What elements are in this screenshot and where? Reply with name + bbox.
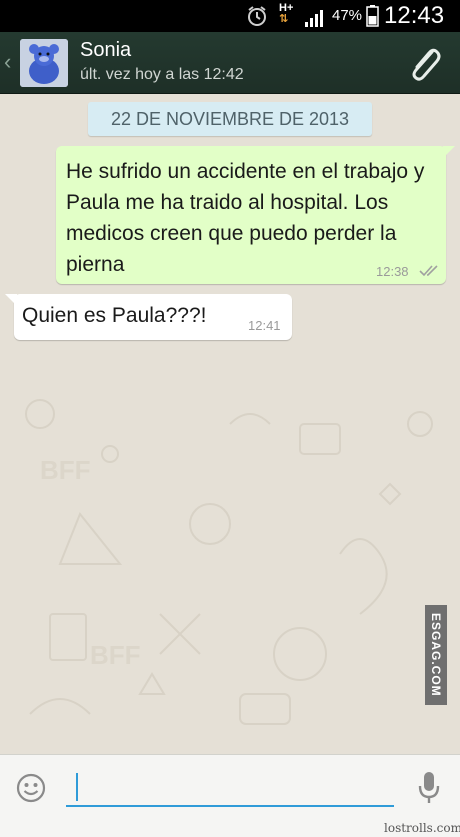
microphone-icon[interactable]: [418, 771, 440, 805]
data-arrows-icon: ⇅: [279, 13, 289, 25]
signal-icon: [305, 10, 323, 27]
composer-bar: [0, 754, 460, 820]
status-clock: 12:43: [384, 2, 445, 29]
footer: lostrolls.com: [0, 820, 460, 837]
emoji-icon[interactable]: [16, 773, 46, 803]
paperclip-icon[interactable]: [406, 44, 442, 82]
text-caret: [76, 773, 78, 801]
chat-area[interactable]: BFF BFF 22 DE NOVIEMBRE DE 2013 He sufri…: [0, 94, 460, 754]
message-bubble-incoming[interactable]: Quien es Paula???! 12:41: [5, 294, 292, 340]
message-input[interactable]: [66, 767, 394, 807]
back-chevron-icon[interactable]: ‹: [4, 49, 11, 75]
svg-text:BFF: BFF: [40, 455, 91, 485]
status-bar: H+ ⇅ 47% 12:43: [0, 0, 460, 32]
credit-text: lostrolls.com: [384, 821, 460, 835]
read-double-check-icon: [419, 265, 438, 277]
alarm-icon: [248, 6, 266, 26]
message-time: 12:38: [376, 264, 409, 279]
battery-icon: [366, 5, 379, 27]
message-text: Quien es Paula???!: [22, 304, 207, 327]
contact-name[interactable]: Sonia: [80, 39, 131, 62]
message-text: He sufrido un accidente en el trabajo y …: [66, 160, 425, 276]
avatar[interactable]: [20, 39, 68, 87]
message-time: 12:41: [248, 318, 281, 333]
battery-percent: 47%: [332, 7, 363, 24]
last-seen-status: últ. vez hoy a las 12:42: [80, 66, 244, 83]
watermark: ESGAG.COM: [425, 605, 447, 705]
network-type: H+ ⇅: [279, 2, 294, 25]
date-divider: 22 DE NOVIEMBRE DE 2013: [88, 102, 372, 136]
chat-header: ‹ Sonia últ. vez hoy a las 12:42: [0, 32, 460, 94]
svg-text:BFF: BFF: [90, 640, 141, 670]
